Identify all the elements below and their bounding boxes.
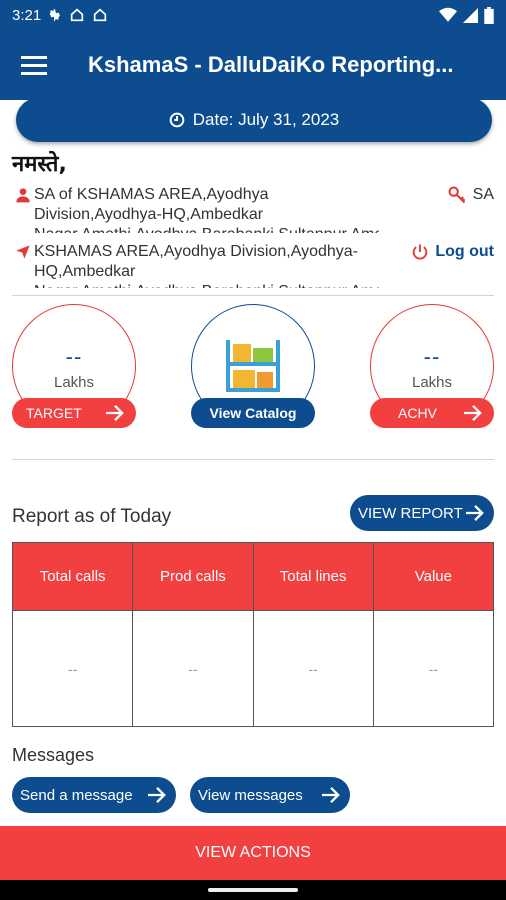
column-header-prod-calls: Prod calls [132,542,254,611]
target-unit: Lakhs [53,374,95,391]
table-row: -- -- -- -- [11,610,495,727]
cell-total-calls: -- [11,610,134,727]
achv-button[interactable]: ACHV [370,398,494,428]
shelf-icon [226,340,280,392]
view-report-button[interactable]: VIEW REPORT [350,495,494,531]
wifi-icon [439,7,457,22]
key-icon [448,186,465,204]
report-title: Report as of Today [12,506,172,527]
column-header-total-calls: Total calls [11,542,134,611]
target-button[interactable]: TARGET [12,398,136,428]
battery-icon [484,6,494,24]
achievement-card: -- Lakhs ACHV [370,304,496,430]
cell-total-lines: -- [252,610,374,727]
home-outline-icon [71,8,84,22]
view-report-label: VIEW REPORT [358,504,463,522]
clock-icon [169,112,185,128]
date-pill: Date: July 31, 2023 [16,98,492,142]
achievement-unit: Lakhs [411,374,453,391]
system-nav-bar [0,880,506,900]
cell-value: -- [372,610,495,727]
power-icon [413,244,428,260]
catalog-card: View Catalog [191,304,317,430]
signal-icon [463,7,478,23]
report-table: Total calls Prod calls Total lines Value… [11,542,495,727]
target-card: -- Lakhs TARGET [12,304,138,430]
view-catalog-label: View Catalog [209,405,297,421]
arrow-right-icon [148,786,166,804]
user-icon [16,188,30,203]
messages-title: Messages [12,745,95,765]
achv-button-label: ACHV [398,405,437,421]
role-badge: SA [472,186,494,203]
view-messages-button[interactable]: View messages [190,777,350,813]
date-text: Date: July 31, 2023 [192,110,340,129]
greeting-text: नमस्ते, [12,152,67,177]
arrow-right-icon [322,786,340,804]
status-bar: 3:21 [0,0,506,30]
status-time: 3:21 [12,6,42,24]
column-header-total-lines: Total lines [252,542,374,611]
column-header-value: Value [372,542,495,611]
cell-prod-calls: -- [132,610,254,727]
location-arrow-icon [16,245,30,259]
home-outline-icon-2 [94,8,107,22]
target-value: -- [65,344,83,369]
user-role-text: SA of KSHAMAS AREA,Ayodhya Division,Ayod… [34,186,379,233]
view-catalog-button[interactable]: View Catalog [191,398,315,428]
target-button-label: TARGET [26,405,82,421]
menu-button[interactable] [10,41,58,89]
user-location-text: KSHAMAS AREA,Ayodhya Division,Ayodhya-HQ… [34,243,379,288]
home-gesture-handle[interactable] [208,888,298,892]
logout-label: Log out [435,243,494,260]
arrow-right-icon [106,404,124,422]
send-message-button[interactable]: Send a message [12,777,176,813]
user-location-row: KSHAMAS AREA,Ayodhya Division,Ayodhya-HQ… [12,242,494,292]
arrow-right-icon [466,504,484,522]
view-messages-label: View messages [198,786,303,804]
send-message-label: Send a message [20,786,133,804]
divider [12,459,494,460]
app-bar: KshamaS - DalluDaiKo Reporting... [0,30,506,100]
logout-button[interactable]: Log out [411,242,494,262]
view-actions-button[interactable]: VIEW ACTIONS [0,826,506,880]
divider [12,295,494,296]
achievement-value: -- [423,344,441,369]
user-role-row: SA of KSHAMAS AREA,Ayodhya Division,Ayod… [12,185,494,235]
hamburger-icon [21,56,47,75]
view-actions-label: VIEW ACTIONS [195,844,311,861]
settings-icon [49,9,61,21]
report-header-row: Total calls Prod calls Total lines Value [11,542,495,611]
arrow-right-icon [464,404,482,422]
app-title: KshamaS - DalluDaiKo Reporting... [88,52,454,77]
